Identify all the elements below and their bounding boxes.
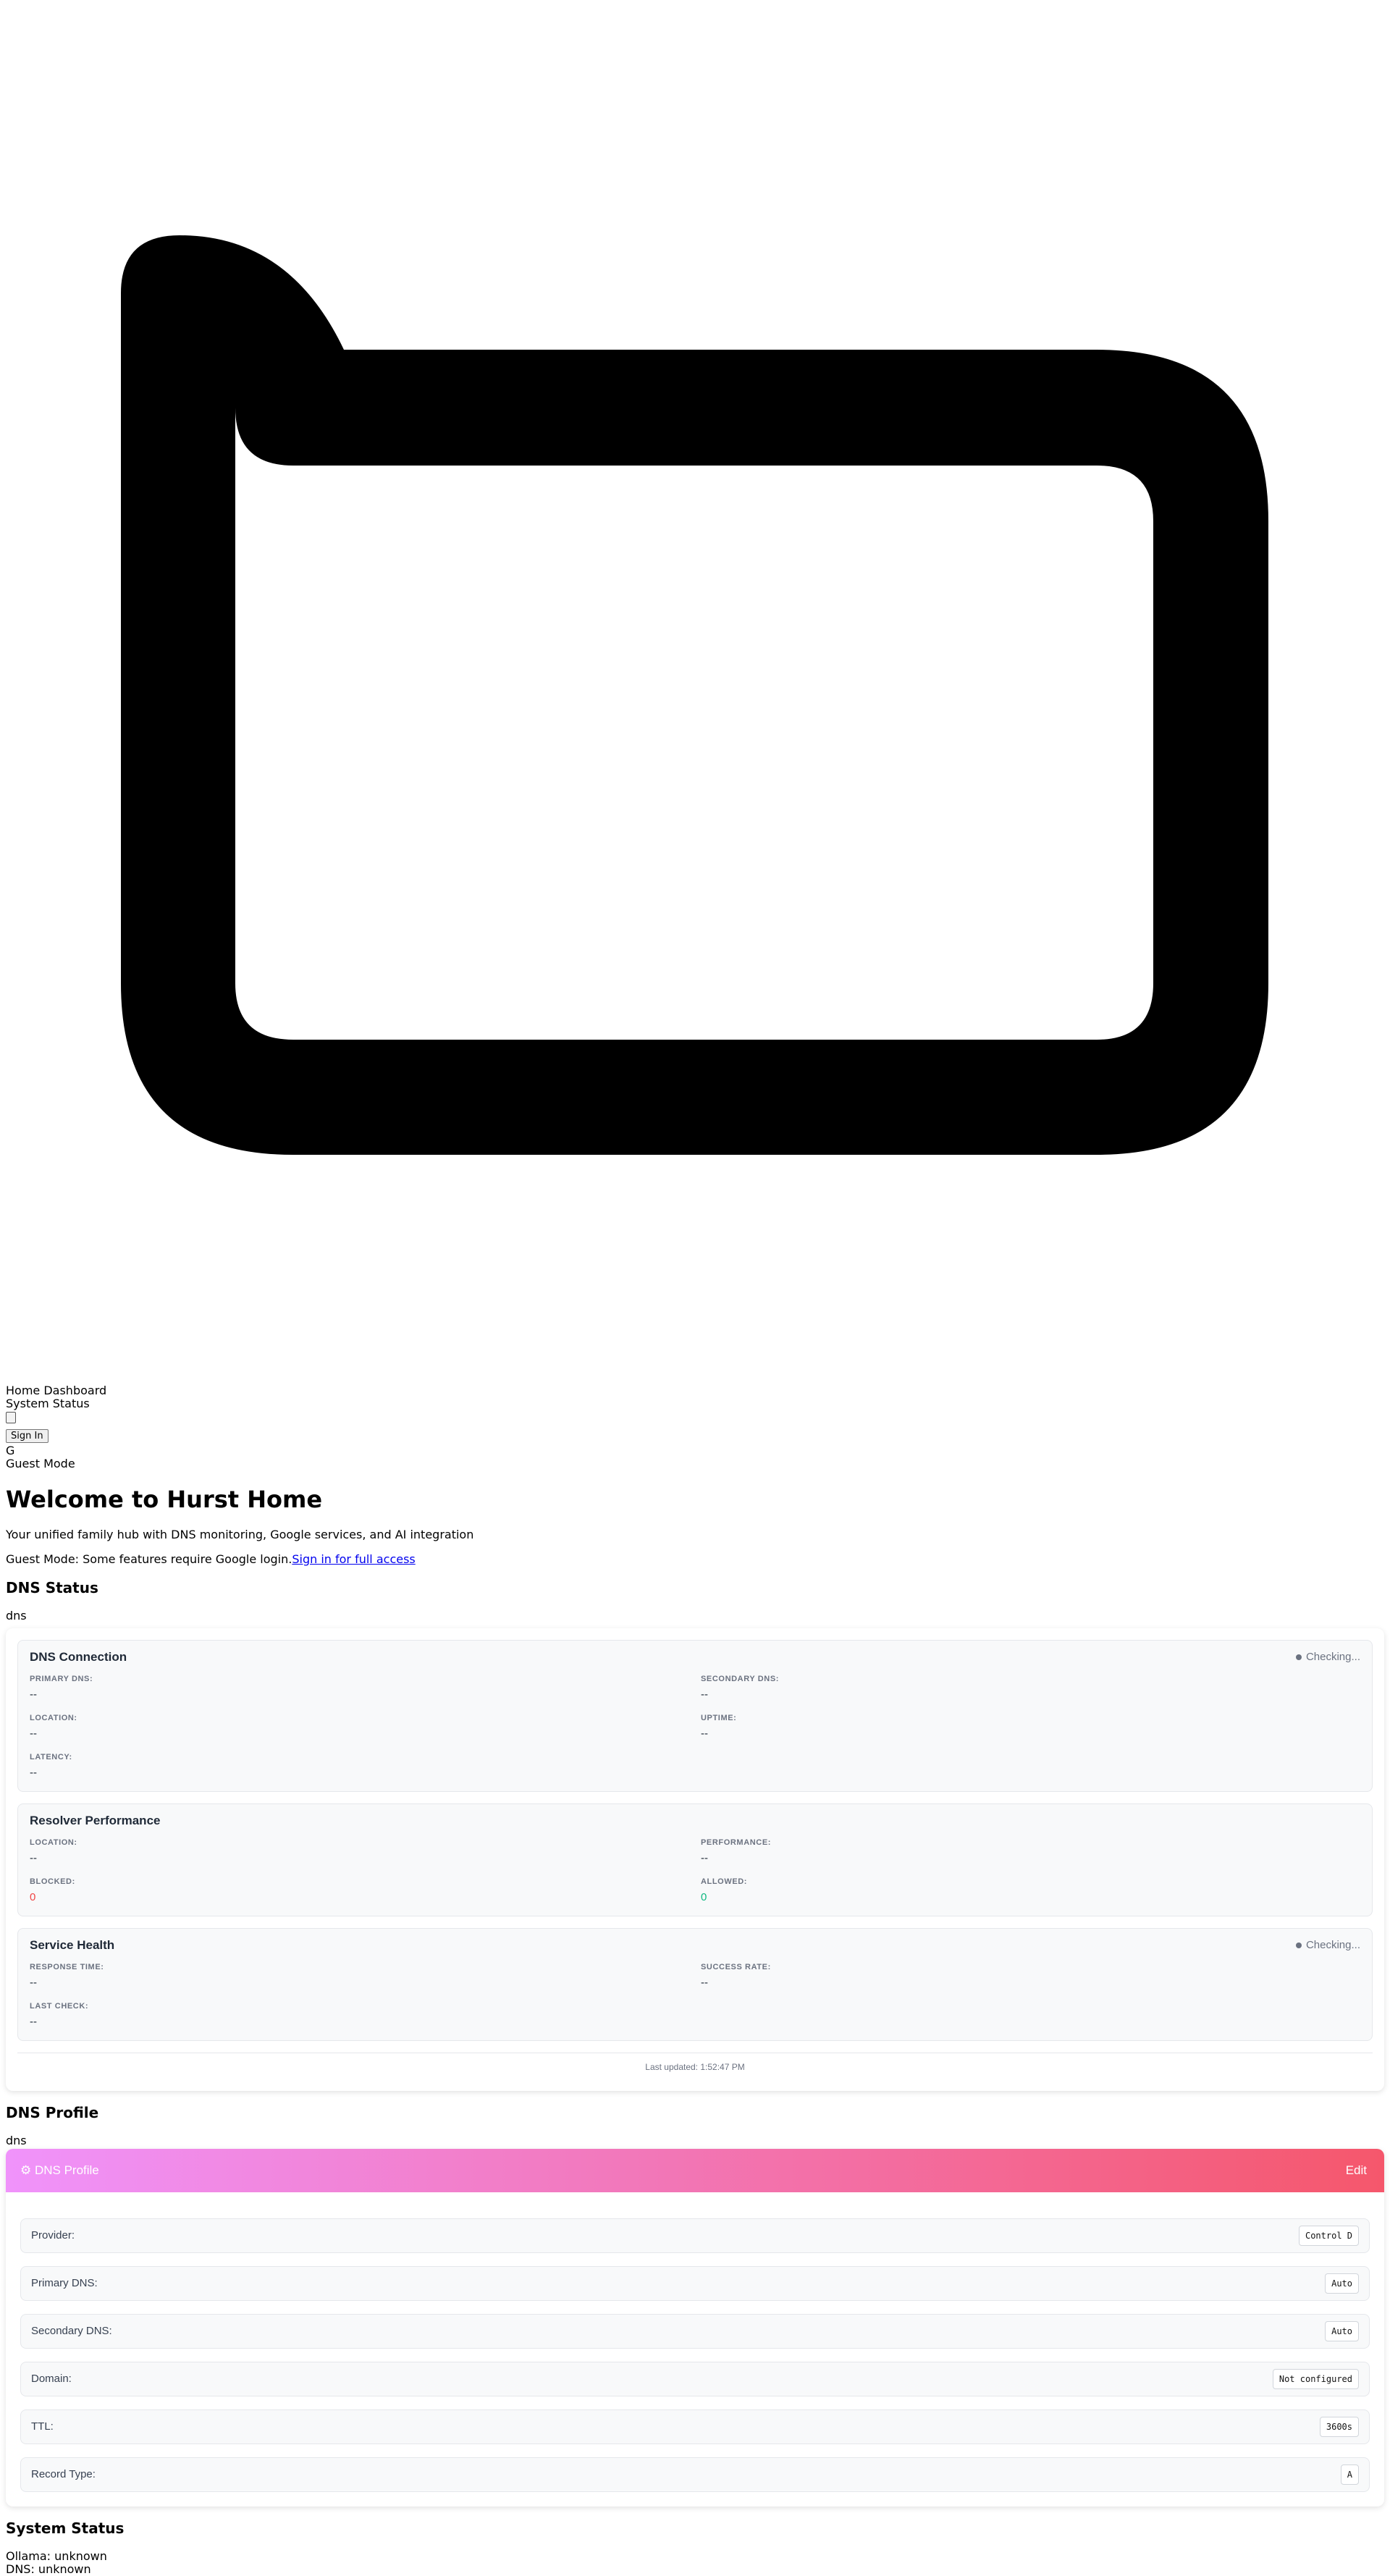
domain-value: Not configured	[1272, 2369, 1359, 2389]
success-rate-label: SUCCESS RATE:	[701, 1963, 771, 1971]
status-badge: Checking...	[1295, 1651, 1360, 1664]
primary-dns-label: PRIMARY DNS:	[30, 1675, 93, 1683]
primary-dns-value: Auto	[1325, 2273, 1359, 2294]
last-updated: Last updated: 1:52:47 PM	[17, 2053, 1373, 2074]
avatar: G	[6, 1444, 15, 1457]
primary-dns-label: Primary DNS:	[31, 2277, 98, 2289]
last-check-value: --	[30, 2016, 37, 2028]
guest-notice-text: Guest Mode: Some features require Google…	[6, 1552, 292, 1566]
main-content: Home Dashboard System Status Sign In G G…	[6, 1384, 1384, 2576]
uptime-value: --	[701, 1727, 708, 1740]
secondary-dns-label: Secondary DNS:	[31, 2325, 112, 2337]
secondary-dns-label: SECONDARY DNS:	[701, 1675, 780, 1683]
page-title: Welcome to Hurst Home	[6, 1486, 323, 1513]
allowed-value: 0	[701, 1891, 707, 1903]
list-item: Provider: Control D	[20, 2218, 1370, 2253]
success-rate-value: --	[701, 1977, 708, 1989]
guest-mode-label: Guest Mode	[6, 1457, 75, 1470]
uptime-label: UPTIME:	[701, 1714, 737, 1722]
nav-title: Home Dashboard	[6, 1384, 107, 1397]
sign-in-link[interactable]: Sign in for full access	[292, 1552, 415, 1566]
list-item: Domain: Not configured	[20, 2362, 1370, 2396]
dns-status-card: DNS Connection Checking... PRIMARY DNS: -…	[6, 1628, 1384, 2091]
record-type-label: Record Type:	[31, 2468, 96, 2480]
dns-status-subtitle: dns	[6, 1609, 27, 1622]
ttl-value: 3600s	[1319, 2417, 1359, 2437]
list-item: Primary DNS: Auto	[20, 2266, 1370, 2301]
dns-connection-title: DNS Connection	[30, 1650, 127, 1664]
dns-profile-card: ⚙ DNS Profile Edit Provider: Control D P…	[6, 2149, 1384, 2506]
provider-label: Provider:	[31, 2229, 75, 2242]
status-dot-icon	[1295, 1942, 1302, 1948]
ollama-status: Ollama: unknown	[6, 2549, 107, 2563]
menu-toggle[interactable]	[6, 1412, 16, 1423]
resolver-performance-panel: Resolver Performance LOCATION: -- PERFORM…	[17, 1803, 1373, 1916]
resolver-performance-title: Resolver Performance	[30, 1814, 161, 1827]
dns-connection-panel: DNS Connection Checking... PRIMARY DNS: -…	[17, 1640, 1373, 1792]
record-type-value: A	[1340, 2465, 1359, 2485]
system-status-title: System Status	[6, 2520, 125, 2537]
sign-in-button[interactable]: Sign In	[6, 1429, 49, 1443]
allowed-label: ALLOWED:	[701, 1877, 748, 1886]
folder-icon	[121, 235, 1268, 1155]
primary-dns-value: --	[30, 1688, 37, 1701]
service-health-title: Service Health	[30, 1938, 115, 1952]
top-nav: Home Dashboard System Status Sign In G G…	[6, 1384, 1384, 1470]
secondary-dns-value: Auto	[1325, 2321, 1359, 2341]
blocked-label: BLOCKED:	[30, 1877, 75, 1886]
blocked-value: 0	[30, 1891, 36, 1903]
last-check-label: LAST CHECK:	[30, 2002, 89, 2011]
performance-label: PERFORMANCE:	[701, 1838, 772, 1847]
tagline: Your unified family hub with DNS monitor…	[6, 1528, 474, 1541]
list-item: TTL: 3600s	[20, 2409, 1370, 2444]
resolver-location-label: LOCATION:	[30, 1838, 77, 1847]
latency-value: --	[30, 1767, 37, 1779]
status-text: Checking...	[1305, 1939, 1360, 1951]
status-dot-icon	[1295, 1654, 1302, 1660]
latency-label: LATENCY:	[30, 1753, 72, 1761]
dns-profile-title: DNS Profile	[6, 2104, 99, 2121]
location-label: LOCATION:	[30, 1714, 77, 1722]
list-item: Record Type: A	[20, 2457, 1370, 2492]
response-time-value: --	[30, 1977, 37, 1989]
dns-profile-subtitle: dns	[6, 2134, 27, 2147]
service-health-panel: Service Health Checking... RESPONSE TIME…	[17, 1928, 1373, 2041]
status-text: Checking...	[1305, 1651, 1360, 1663]
nav-subtitle: System Status	[6, 1397, 90, 1410]
performance-value: --	[701, 1852, 708, 1864]
guest-notice: Guest Mode: Some features require Google…	[6, 1553, 1384, 1566]
provider-value: Control D	[1298, 2226, 1359, 2246]
secondary-dns-value: --	[701, 1688, 708, 1701]
response-time-label: RESPONSE TIME:	[30, 1963, 104, 1971]
status-badge: Checking...	[1295, 1939, 1360, 1952]
dns-profile-header: ⚙ DNS Profile Edit	[6, 2149, 1384, 2192]
location-value: --	[30, 1727, 37, 1740]
resolver-location-value: --	[30, 1852, 37, 1864]
dns-system-status: DNS: unknown	[6, 2562, 91, 2576]
ttl-label: TTL:	[31, 2420, 54, 2433]
dns-profile-card-title: ⚙ DNS Profile	[20, 2163, 99, 2177]
domain-label: Domain:	[31, 2373, 72, 2385]
edit-button[interactable]: Edit	[1346, 2164, 1367, 2177]
list-item: Secondary DNS: Auto	[20, 2314, 1370, 2349]
dns-status-title: DNS Status	[6, 1579, 98, 1596]
